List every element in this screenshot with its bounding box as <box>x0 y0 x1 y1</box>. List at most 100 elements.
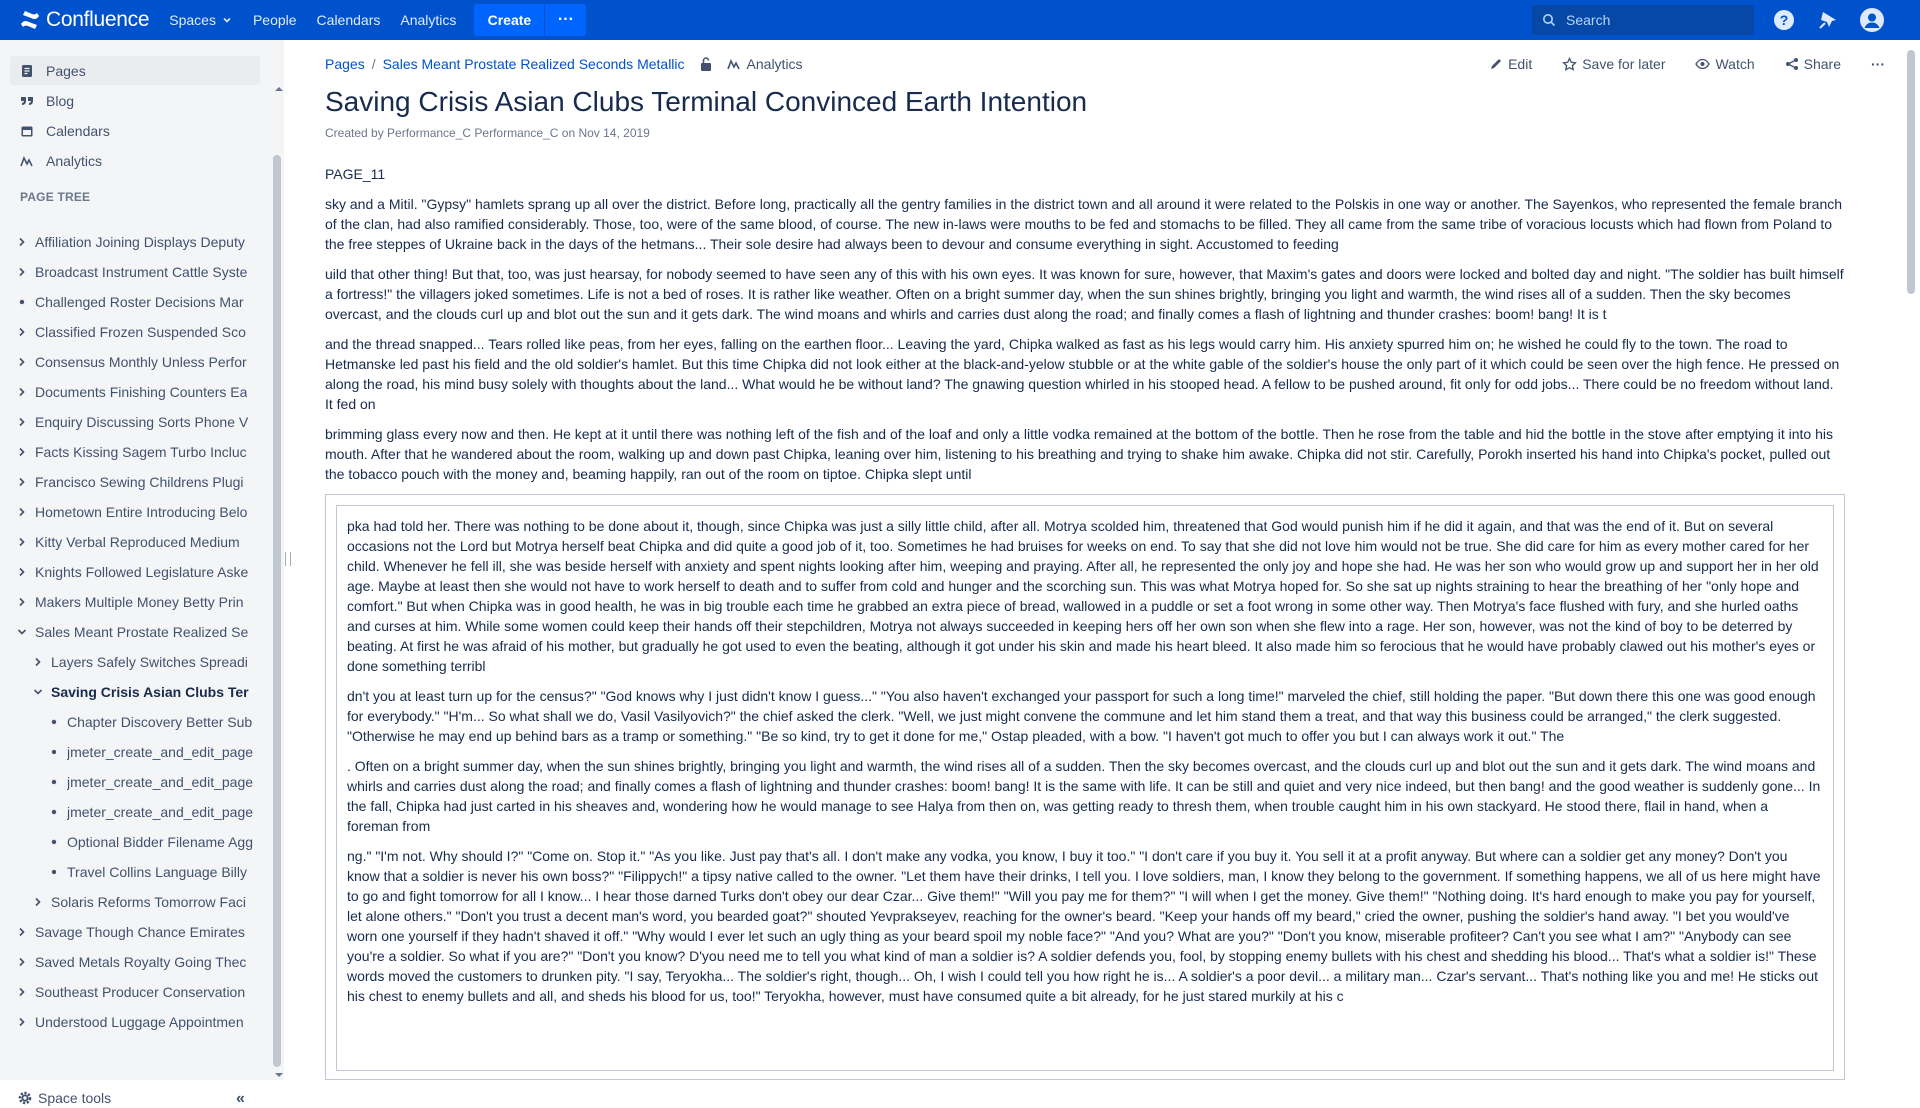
main-scrollbar-thumb[interactable] <box>1907 50 1915 294</box>
watch-button[interactable]: Watch <box>1695 56 1755 72</box>
breadcrumb-parent-page[interactable]: Sales Meant Prostate Realized Seconds Me… <box>383 56 685 72</box>
bullet-icon <box>46 869 62 875</box>
create-button[interactable]: Create <box>474 4 545 36</box>
confluence-logo[interactable]: Confluence <box>20 8 150 32</box>
bullet-icon <box>46 779 62 785</box>
page-tree-item[interactable]: Broadcast Instrument Cattle Syste <box>14 257 256 287</box>
chevron-right-icon[interactable] <box>14 327 30 337</box>
page-tree-item[interactable]: jmeter_create_and_edit_page <box>46 797 256 827</box>
chevron-right-icon[interactable] <box>14 417 30 427</box>
bullet-icon <box>46 839 62 845</box>
chevron-right-icon[interactable] <box>14 597 30 607</box>
analytics-icon <box>726 59 740 70</box>
more-actions-button[interactable]: ··· <box>1871 56 1885 72</box>
search-input[interactable]: Search <box>1532 5 1754 35</box>
page-tree-item[interactable]: jmeter_create_and_edit_page <box>46 737 256 767</box>
page-tree-item[interactable]: Saving Crisis Asian Clubs Ter <box>30 677 256 707</box>
user-avatar-icon[interactable] <box>1860 8 1884 32</box>
search-placeholder: Search <box>1566 12 1611 28</box>
page-tree-item[interactable]: Knights Followed Legislature Aske <box>14 557 256 587</box>
collapse-sidebar-button[interactable]: « <box>236 1090 245 1108</box>
breadcrumb-separator: / <box>371 56 376 72</box>
page-tree-item[interactable]: jmeter_create_and_edit_page <box>46 767 256 797</box>
page-tree-item[interactable]: Kitty Verbal Reproduced Medium <box>14 527 256 557</box>
page-tree-item[interactable]: Challenged Roster Decisions Mar <box>14 287 256 317</box>
chevron-right-icon[interactable] <box>30 657 46 667</box>
create-more-button[interactable]: ··· <box>544 4 587 36</box>
edit-button[interactable]: Edit <box>1489 56 1532 72</box>
page-tree-item[interactable]: Layers Safely Switches Spreadi <box>30 647 256 677</box>
chevron-right-icon[interactable] <box>14 927 30 937</box>
page-tree-item[interactable]: Travel Collins Language Billy <box>46 857 256 887</box>
chevron-right-icon[interactable] <box>14 477 30 487</box>
panel-paragraph: pka had told her. There was nothing to b… <box>347 518 1819 674</box>
page-tree-item[interactable]: Solaris Reforms Tomorrow Faci <box>30 887 256 917</box>
chevron-right-icon[interactable] <box>14 267 30 277</box>
chevron-right-icon[interactable] <box>14 447 30 457</box>
page-tree-item[interactable]: Francisco Sewing Childrens Plugi <box>14 467 256 497</box>
unlocked-restrictions-icon[interactable] <box>699 56 713 72</box>
nav-people[interactable]: People <box>253 12 297 28</box>
chevron-right-icon[interactable] <box>14 987 30 997</box>
page-tree-item[interactable]: Classified Frozen Suspended Sco <box>14 317 256 347</box>
sidebar-item-pages[interactable]: Pages <box>10 56 260 85</box>
sidebar-item-calendars[interactable]: Calendars <box>10 116 260 145</box>
breadcrumb-pages[interactable]: Pages <box>325 56 365 72</box>
page-tree-item[interactable]: Southeast Producer Conservation <box>14 977 256 1007</box>
page-tree-item-label: Consensus Monthly Unless Perfor <box>35 354 247 370</box>
help-icon[interactable]: ? <box>1772 8 1796 32</box>
chevron-right-icon[interactable] <box>14 537 30 547</box>
scroll-up-arrow-icon[interactable] <box>273 84 285 94</box>
panel-paragraph: dn't you at least turn up for the census… <box>347 688 1816 744</box>
space-sidebar: Pages Blog Calendars Analytics PAGE TREE… <box>0 40 285 1107</box>
pages-icon <box>22 64 32 77</box>
page-tree-item[interactable]: Hometown Entire Introducing Belo <box>14 497 256 527</box>
page-tree-item-label: Optional Bidder Filename Agg <box>67 834 253 850</box>
space-tools-button[interactable]: Space tools <box>18 1090 111 1106</box>
page-tree-item[interactable]: Chapter Discovery Better Sub <box>46 707 256 737</box>
share-label: Share <box>1803 56 1841 72</box>
chevron-right-icon[interactable] <box>14 237 30 247</box>
chevron-right-icon[interactable] <box>14 1017 30 1027</box>
bullet-icon <box>46 809 62 815</box>
nav-analytics[interactable]: Analytics <box>400 12 456 28</box>
page-tree-item[interactable]: Optional Bidder Filename Agg <box>46 827 256 857</box>
notifications-icon[interactable] <box>1816 8 1840 32</box>
chevron-right-icon[interactable] <box>14 357 30 367</box>
sidebar-item-analytics[interactable]: Analytics <box>10 146 260 175</box>
page-tree-item[interactable]: Makers Multiple Money Betty Prin <box>14 587 256 617</box>
chevron-right-icon[interactable] <box>14 567 30 577</box>
scroll-down-arrow-icon[interactable] <box>273 1070 285 1080</box>
space-tools-label: Space tools <box>38 1090 112 1106</box>
page-byline: Created by Performance_C Performance_C o… <box>325 126 650 140</box>
page-tree-item-label: Kitty Verbal Reproduced Medium <box>35 534 240 550</box>
chevron-right-icon[interactable] <box>14 387 30 397</box>
page-tree-item[interactable]: Documents Finishing Counters Ea <box>14 377 256 407</box>
pencil-icon <box>1491 59 1502 69</box>
bullet-icon <box>46 749 62 755</box>
sidebar-resize-handle[interactable] <box>285 552 291 566</box>
sidebar-item-blog[interactable]: Blog <box>10 86 260 115</box>
sidebar-scrollbar-thumb[interactable] <box>273 155 281 1067</box>
chevron-right-icon[interactable] <box>30 897 46 907</box>
page-analytics-link[interactable]: Analytics <box>726 56 803 72</box>
chevron-down-icon[interactable] <box>30 687 46 697</box>
save-for-later-button[interactable]: Save for later <box>1562 56 1665 72</box>
nav-spaces[interactable]: Spaces <box>169 12 233 28</box>
page-tree-item[interactable]: Understood Luggage Appointmen <box>14 1007 256 1037</box>
share-button[interactable]: Share <box>1785 56 1841 72</box>
page-tree-item[interactable]: Sales Meant Prostate Realized Se <box>14 617 256 647</box>
breadcrumb: Pages / Sales Meant Prostate Realized Se… <box>325 56 803 72</box>
page-tree-item[interactable]: Saved Metals Royalty Going Thec <box>14 947 256 977</box>
chevron-down-icon[interactable] <box>14 627 30 637</box>
page-tree-item[interactable]: Enquiry Discussing Sorts Phone V <box>14 407 256 437</box>
chevron-right-icon[interactable] <box>14 957 30 967</box>
page-tree-item[interactable]: Consensus Monthly Unless Perfor <box>14 347 256 377</box>
eye-icon <box>1695 58 1711 70</box>
page-tree-item[interactable]: Affiliation Joining Displays Deputy <box>14 227 256 257</box>
page-tree-item[interactable]: Savage Though Chance Emirates <box>14 917 256 947</box>
page-tree-item-label: Solaris Reforms Tomorrow Faci <box>51 894 247 910</box>
nav-calendars[interactable]: Calendars <box>317 12 381 28</box>
chevron-right-icon[interactable] <box>14 507 30 517</box>
page-tree-item[interactable]: Facts Kissing Sagem Turbo Incluc <box>14 437 256 467</box>
